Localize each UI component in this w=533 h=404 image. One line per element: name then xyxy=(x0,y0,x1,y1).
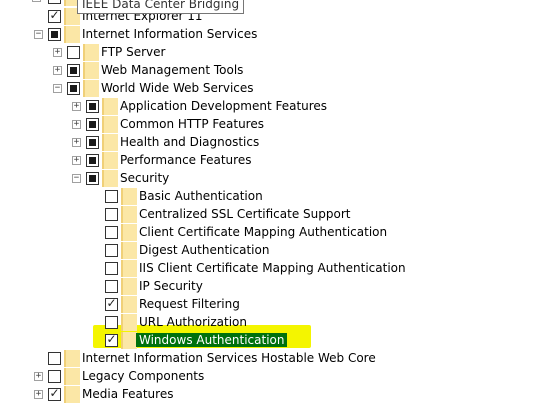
tree-item-common-http-features[interactable]: + Common HTTP Features xyxy=(0,116,533,134)
tree-item-label: Security xyxy=(120,171,170,185)
expand-toggle-icon[interactable]: + xyxy=(53,48,62,57)
tree-item-request-filtering[interactable]: Request Filtering xyxy=(0,296,533,314)
tree-item-label: IP Security xyxy=(139,279,203,293)
folder-icon xyxy=(121,314,137,331)
tree-item-label: Health and Diagnostics xyxy=(120,135,260,149)
tree-item-media-features[interactable]: + Media Features xyxy=(0,386,533,404)
feature-checkbox[interactable] xyxy=(105,226,118,239)
feature-checkbox[interactable] xyxy=(86,136,99,149)
feature-checkbox[interactable] xyxy=(67,64,80,77)
feature-checkbox[interactable] xyxy=(48,352,61,365)
tree-item-world-wide-web-services[interactable]: − World Wide Web Services xyxy=(0,80,533,98)
tree-item-ftp-server[interactable]: + FTP Server xyxy=(0,44,533,62)
feature-checkbox[interactable] xyxy=(48,370,61,383)
folder-icon xyxy=(64,386,80,403)
feature-checkbox[interactable] xyxy=(105,190,118,203)
expand-toggle-icon[interactable]: + xyxy=(72,102,81,111)
feature-checkbox[interactable] xyxy=(86,172,99,185)
tree-item-label: World Wide Web Services xyxy=(101,81,254,95)
collapse-toggle-icon[interactable]: − xyxy=(34,30,43,39)
tree-item-label: Legacy Components xyxy=(82,369,205,383)
folder-icon xyxy=(102,116,118,133)
tree-item-ip-security[interactable]: IP Security xyxy=(0,278,533,296)
feature-checkbox[interactable] xyxy=(86,100,99,113)
tree-item-label: IIS Client Certificate Mapping Authentic… xyxy=(139,261,406,275)
tree-item-windows-authentication[interactable]: Windows Authentication xyxy=(0,332,533,350)
folder-icon xyxy=(121,296,137,313)
tree-item-health-and-diagnostics[interactable]: + Health and Diagnostics xyxy=(0,134,533,152)
folder-icon xyxy=(83,80,99,97)
tree-item-security[interactable]: − Security xyxy=(0,170,533,188)
folder-icon xyxy=(121,332,137,349)
folder-icon xyxy=(83,44,99,61)
tooltip: IEEE Data Center Bridging xyxy=(77,0,245,14)
tree-item-iis-client-certificate-mapping-authentication[interactable]: IIS Client Certificate Mapping Authentic… xyxy=(0,260,533,278)
feature-checkbox[interactable] xyxy=(105,280,118,293)
folder-icon xyxy=(83,62,99,79)
tree-item-internet-information-services[interactable]: − Internet Information Services xyxy=(0,26,533,44)
tree-item-application-development-features[interactable]: + Application Development Features xyxy=(0,98,533,116)
feature-checkbox[interactable] xyxy=(48,0,61,4)
collapse-toggle-icon[interactable]: − xyxy=(53,84,62,93)
folder-icon xyxy=(102,152,118,169)
feature-checkbox[interactable] xyxy=(48,28,61,41)
feature-checkbox[interactable] xyxy=(105,316,118,329)
tree-item-label: Media Features xyxy=(82,387,174,401)
folder-icon xyxy=(102,134,118,151)
tree-item-label: Basic Authentication xyxy=(139,189,263,203)
folder-icon xyxy=(121,224,137,241)
feature-checkbox[interactable] xyxy=(48,8,61,23)
tree-item-label: Web Management Tools xyxy=(101,63,244,77)
tree-item-label: Request Filtering xyxy=(139,297,240,311)
feature-checkbox[interactable] xyxy=(67,46,80,59)
folder-icon xyxy=(121,188,137,205)
tree-item-iis-hostable-web-core[interactable]: Internet Information Services Hostable W… xyxy=(0,350,533,368)
folder-icon xyxy=(64,26,80,43)
feature-checkbox[interactable] xyxy=(105,208,118,221)
tree-item-basic-authentication[interactable]: Basic Authentication xyxy=(0,188,533,206)
expand-toggle-icon[interactable]: + xyxy=(72,120,81,129)
tree-item-label: Performance Features xyxy=(120,153,252,167)
tree-item-centralized-ssl-certificate-support[interactable]: Centralized SSL Certificate Support xyxy=(0,206,533,224)
tree-item-label: Internet Information Services xyxy=(82,27,258,41)
feature-checkbox[interactable] xyxy=(86,154,99,167)
feature-checkbox[interactable] xyxy=(67,82,80,95)
tree-item-performance-features[interactable]: + Performance Features xyxy=(0,152,533,170)
tree-item-web-management-tools[interactable]: + Web Management Tools xyxy=(0,62,533,80)
tree-item-label: Digest Authentication xyxy=(139,243,270,257)
tree-item-label: Common HTTP Features xyxy=(120,117,264,131)
feature-checkbox[interactable] xyxy=(105,332,118,347)
expand-toggle-icon[interactable] xyxy=(32,0,41,2)
expand-toggle-icon[interactable]: + xyxy=(34,372,43,381)
tree-item-label: Client Certificate Mapping Authenticatio… xyxy=(139,225,388,239)
tree-item-label: FTP Server xyxy=(101,45,166,59)
tree-item-digest-authentication[interactable]: Digest Authentication xyxy=(0,242,533,260)
folder-icon xyxy=(121,242,137,259)
folder-icon xyxy=(102,170,118,187)
folder-icon xyxy=(64,368,80,385)
folder-icon xyxy=(102,98,118,115)
windows-features-tree: Internet Explorer 11 − Internet Informat… xyxy=(0,0,533,403)
tree-item-url-authorization[interactable]: URL Authorization xyxy=(0,314,533,332)
feature-checkbox[interactable] xyxy=(105,262,118,275)
expand-toggle-icon[interactable]: + xyxy=(72,138,81,147)
feature-checkbox[interactable] xyxy=(105,244,118,257)
folder-icon xyxy=(121,206,137,223)
tree-item-label: Centralized SSL Certificate Support xyxy=(139,207,351,221)
tree-item-client-certificate-mapping-authentication[interactable]: Client Certificate Mapping Authenticatio… xyxy=(0,224,533,242)
expand-toggle-icon[interactable]: + xyxy=(72,156,81,165)
tree-item-label: Windows Authentication xyxy=(136,333,288,347)
collapse-toggle-icon[interactable]: − xyxy=(72,174,81,183)
tree-item-label: URL Authorization xyxy=(139,315,247,329)
tree-item-legacy-components[interactable]: + Legacy Components xyxy=(0,368,533,386)
tree-item-label: Application Development Features xyxy=(120,99,328,113)
folder-icon xyxy=(121,278,137,295)
folder-icon xyxy=(64,350,80,367)
feature-checkbox[interactable] xyxy=(48,386,61,401)
folder-icon xyxy=(121,260,137,277)
feature-checkbox[interactable] xyxy=(105,296,118,311)
feature-checkbox[interactable] xyxy=(86,118,99,131)
expand-toggle-icon[interactable]: + xyxy=(53,66,62,75)
tree-item-label: Internet Information Services Hostable W… xyxy=(82,351,376,365)
